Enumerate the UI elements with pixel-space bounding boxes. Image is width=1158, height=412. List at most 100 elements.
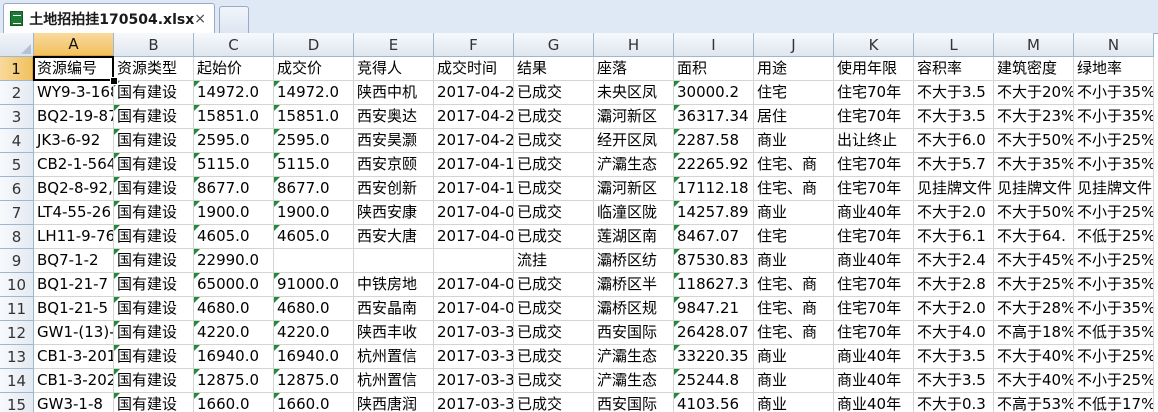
cell-c9[interactable]: 22990.0 <box>194 249 274 273</box>
cell-d2[interactable]: 14972.0 <box>274 81 354 105</box>
cell-d7[interactable]: 1900.0 <box>274 201 354 225</box>
cell-n11[interactable]: 不小于35% <box>1074 297 1154 321</box>
cell-d9[interactable] <box>274 249 354 273</box>
cell-l9[interactable]: 不大于2.4 <box>914 249 994 273</box>
cell-f13[interactable]: 2017-03-3 <box>434 345 514 369</box>
cell-i1[interactable]: 面积 <box>674 57 754 81</box>
cell-c4[interactable]: 2595.0 <box>194 129 274 153</box>
cell-f7[interactable]: 2017-04-0 <box>434 201 514 225</box>
row-header-14[interactable]: 14 <box>0 369 34 393</box>
cell-l3[interactable]: 不大于3.5 <box>914 105 994 129</box>
cell-b11[interactable]: 国有建设 <box>114 297 194 321</box>
cell-b4[interactable]: 国有建设 <box>114 129 194 153</box>
cell-j4[interactable]: 商业 <box>754 129 834 153</box>
cell-c3[interactable]: 15851.0 <box>194 105 274 129</box>
cell-m5[interactable]: 不大于35% <box>994 153 1074 177</box>
cell-l12[interactable]: 不大于4.0 <box>914 321 994 345</box>
cell-j11[interactable]: 住宅、商 <box>754 297 834 321</box>
cell-d1[interactable]: 成交价 <box>274 57 354 81</box>
cell-a9[interactable]: BQ7-1-2 <box>34 249 114 273</box>
cell-d14[interactable]: 12875.0 <box>274 369 354 393</box>
cell-i5[interactable]: 22265.92 <box>674 153 754 177</box>
cell-n10[interactable]: 不小于35% <box>1074 273 1154 297</box>
cell-k11[interactable]: 住宅70年 <box>834 297 914 321</box>
cell-a10[interactable]: BQ1-21-7 <box>34 273 114 297</box>
cell-g2[interactable]: 已成交 <box>514 81 594 105</box>
cell-k3[interactable]: 住宅70年 <box>834 105 914 129</box>
cell-d13[interactable]: 16940.0 <box>274 345 354 369</box>
cell-l13[interactable]: 不大于3.5 <box>914 345 994 369</box>
cell-b1[interactable]: 资源类型 <box>114 57 194 81</box>
cell-h12[interactable]: 西安国际 <box>594 321 674 345</box>
cell-k8[interactable]: 住宅70年 <box>834 225 914 249</box>
cell-g8[interactable]: 已成交 <box>514 225 594 249</box>
cell-h11[interactable]: 灞桥区规 <box>594 297 674 321</box>
column-header-j[interactable]: J <box>754 33 834 57</box>
cell-n12[interactable]: 不低于35% <box>1074 321 1154 345</box>
cell-l6[interactable]: 见挂牌文件 <box>914 177 994 201</box>
cell-e2[interactable]: 陕西中机 <box>354 81 434 105</box>
row-header-9[interactable]: 9 <box>0 249 34 273</box>
new-tab-button[interactable] <box>219 6 249 33</box>
cell-k13[interactable]: 商业40年 <box>834 345 914 369</box>
cell-f8[interactable]: 2017-04-0 <box>434 225 514 249</box>
cell-a5[interactable]: CB2-1-564 <box>34 153 114 177</box>
cell-g11[interactable]: 已成交 <box>514 297 594 321</box>
cell-i15[interactable]: 4103.56 <box>674 393 754 412</box>
cell-k9[interactable]: 商业40年 <box>834 249 914 273</box>
cell-b10[interactable]: 国有建设 <box>114 273 194 297</box>
cell-f11[interactable]: 2017-04-0 <box>434 297 514 321</box>
cell-m2[interactable]: 不大于20% <box>994 81 1074 105</box>
cell-k15[interactable]: 商业40年 <box>834 393 914 412</box>
cell-h2[interactable]: 未央区凤 <box>594 81 674 105</box>
cell-b5[interactable]: 国有建设 <box>114 153 194 177</box>
cell-k14[interactable]: 商业40年 <box>834 369 914 393</box>
cell-n9[interactable]: 不小于25% <box>1074 249 1154 273</box>
row-header-10[interactable]: 10 <box>0 273 34 297</box>
cell-i8[interactable]: 8467.07 <box>674 225 754 249</box>
cell-f5[interactable]: 2017-04-1 <box>434 153 514 177</box>
cell-a2[interactable]: WY9-3-168 <box>34 81 114 105</box>
cell-f10[interactable]: 2017-04-0 <box>434 273 514 297</box>
cell-m6[interactable]: 见挂牌文件 <box>994 177 1074 201</box>
cell-a1[interactable]: 资源编号 <box>34 57 114 81</box>
row-header-3[interactable]: 3 <box>0 105 34 129</box>
cell-m9[interactable]: 不大于45% <box>994 249 1074 273</box>
cell-i4[interactable]: 2287.58 <box>674 129 754 153</box>
cell-d3[interactable]: 15851.0 <box>274 105 354 129</box>
cell-n6[interactable]: 见挂牌文件 <box>1074 177 1154 201</box>
cell-f15[interactable]: 2017-03-3 <box>434 393 514 412</box>
file-tab[interactable]: 土地招拍挂170504.xlsx × <box>3 3 215 33</box>
spreadsheet-grid[interactable]: A B C D E F G H I J K L M N 1 资源编号 资源类型 起始价 成交价 竞得人 成交时间 结果 座落… <box>0 33 1158 412</box>
cell-n5[interactable]: 不小于35% <box>1074 153 1154 177</box>
cell-j12[interactable]: 住宅、商 <box>754 321 834 345</box>
column-header-c[interactable]: C <box>194 33 274 57</box>
cell-h13[interactable]: 浐灞生态 <box>594 345 674 369</box>
close-tab-icon[interactable]: × <box>194 11 206 27</box>
cell-e7[interactable]: 陕西安康 <box>354 201 434 225</box>
column-header-n[interactable]: N <box>1074 33 1154 57</box>
cell-c12[interactable]: 4220.0 <box>194 321 274 345</box>
cell-h6[interactable]: 灞河新区 <box>594 177 674 201</box>
cell-h3[interactable]: 灞河新区 <box>594 105 674 129</box>
cell-m7[interactable]: 不大于50% <box>994 201 1074 225</box>
cell-m13[interactable]: 不大于40% <box>994 345 1074 369</box>
row-header-4[interactable]: 4 <box>0 129 34 153</box>
cell-f9[interactable] <box>434 249 514 273</box>
column-header-i[interactable]: I <box>674 33 754 57</box>
cell-l8[interactable]: 不大于6.1 <box>914 225 994 249</box>
column-header-d[interactable]: D <box>274 33 354 57</box>
cell-h5[interactable]: 浐灞生态 <box>594 153 674 177</box>
cell-n8[interactable]: 不低于25% <box>1074 225 1154 249</box>
row-header-2[interactable]: 2 <box>0 81 34 105</box>
cell-e8[interactable]: 西安大唐 <box>354 225 434 249</box>
cell-h7[interactable]: 临潼区陇 <box>594 201 674 225</box>
cell-m8[interactable]: 不大于64. <box>994 225 1074 249</box>
cell-i6[interactable]: 17112.18 <box>674 177 754 201</box>
cell-f2[interactable]: 2017-04-2 <box>434 81 514 105</box>
cell-h9[interactable]: 灞桥区纺 <box>594 249 674 273</box>
cell-g14[interactable]: 已成交 <box>514 369 594 393</box>
cell-j14[interactable]: 商业 <box>754 369 834 393</box>
cell-b12[interactable]: 国有建设 <box>114 321 194 345</box>
cell-j10[interactable]: 住宅、商 <box>754 273 834 297</box>
